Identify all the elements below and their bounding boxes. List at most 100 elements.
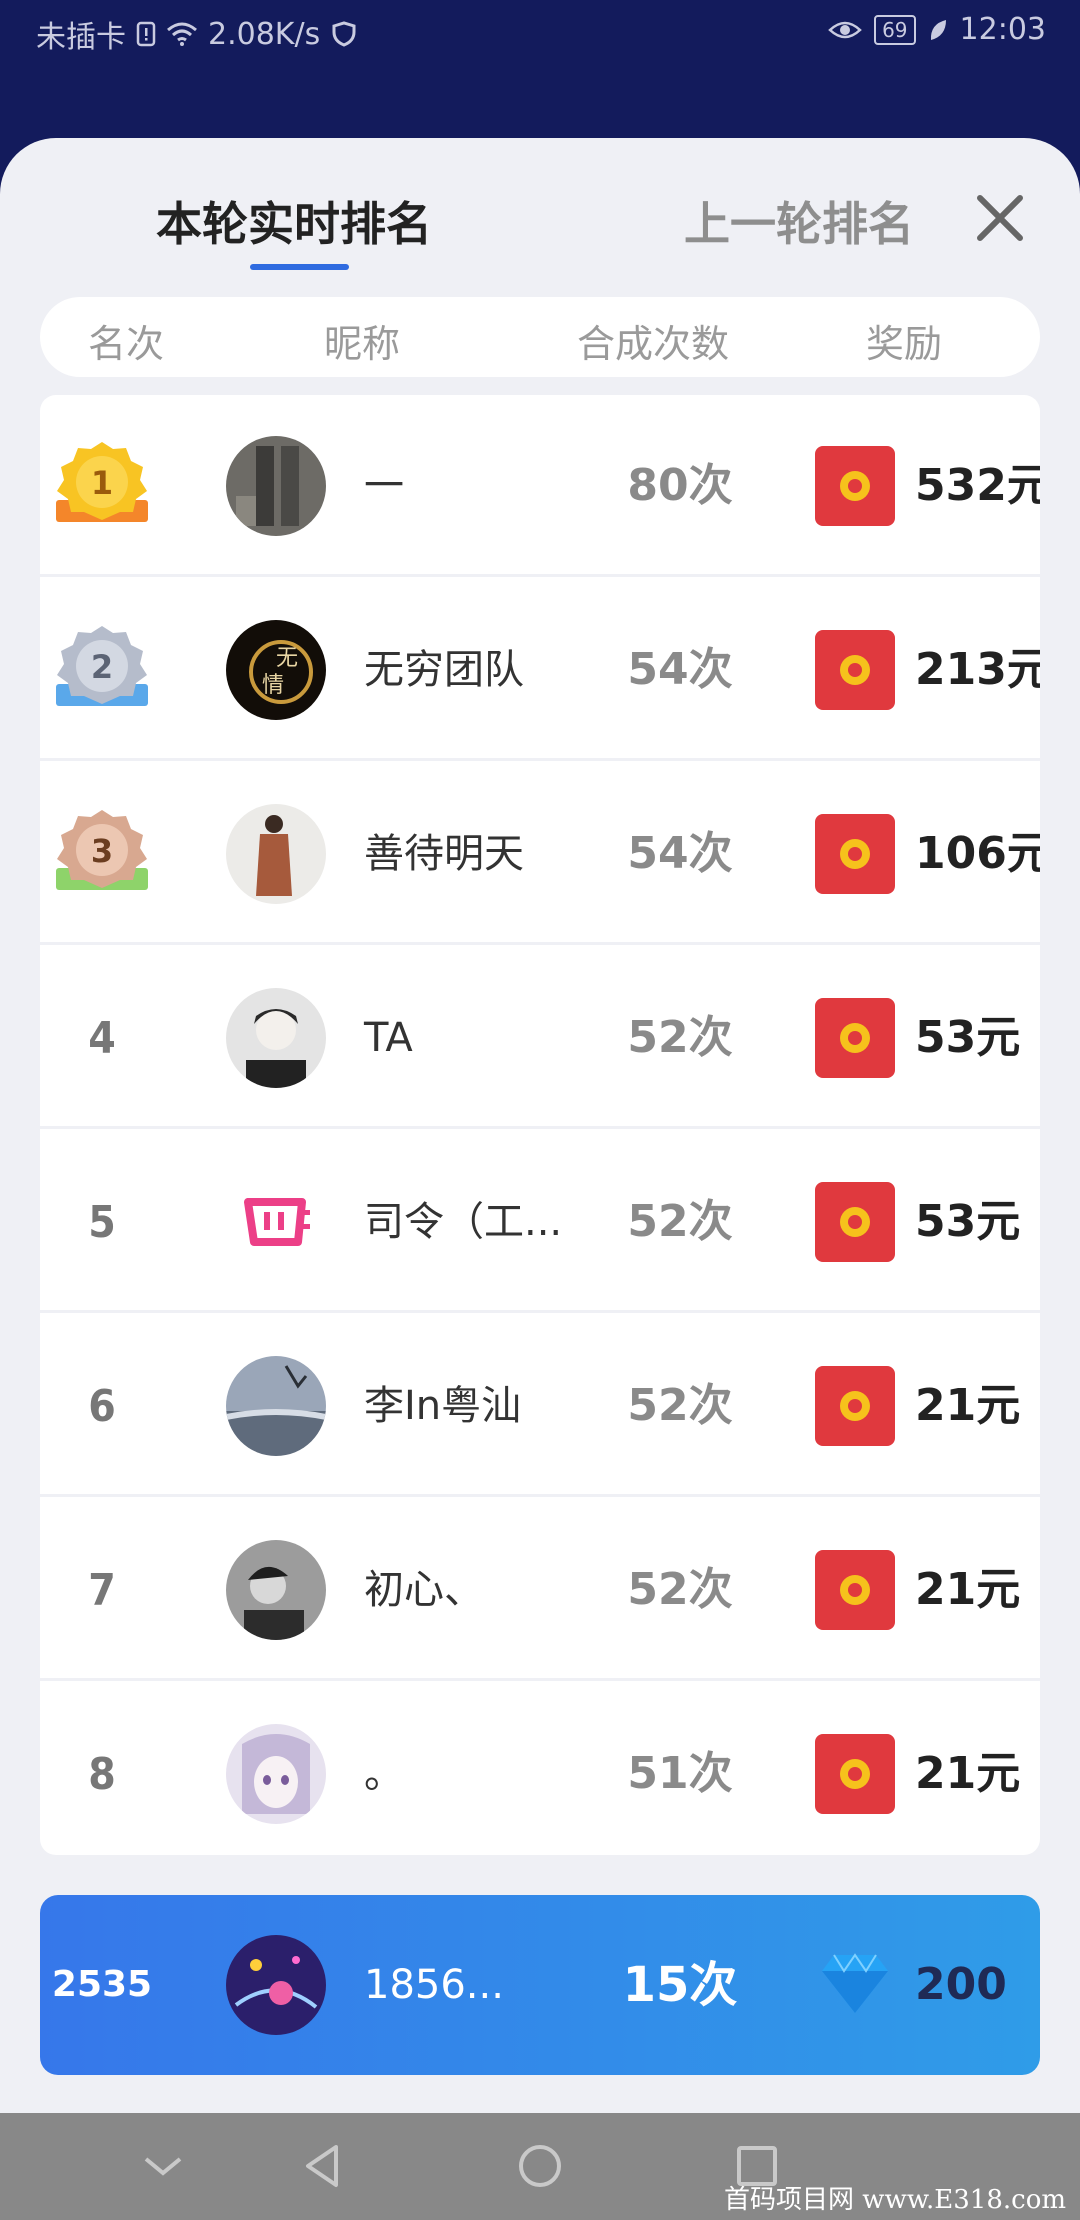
status-bar: 未插卡 2.08K/s 69 12:03: [0, 0, 1080, 62]
red-packet-icon: [815, 1550, 895, 1630]
my-synthesis-count: 15次: [622, 1957, 738, 2013]
synthesis-count: 80次: [627, 460, 733, 511]
diamond-icon: [820, 1951, 890, 2015]
medal-number: 2: [91, 648, 113, 686]
back-icon[interactable]: [298, 2141, 348, 2191]
silver-medal-icon: 2: [56, 626, 148, 706]
synthesis-count: 54次: [627, 644, 733, 695]
avatar[interactable]: [226, 804, 326, 904]
tab-current-round[interactable]: 本轮实时排名: [156, 188, 432, 254]
synthesis-count: 52次: [627, 1380, 733, 1431]
red-packet-icon: [815, 446, 895, 526]
nickname: TA: [364, 1015, 413, 1061]
nickname: 一: [364, 463, 404, 509]
nickname: 初心、: [364, 1567, 484, 1613]
reward-amount: 21元: [915, 1748, 1021, 1799]
reward-amount: 21元: [915, 1380, 1021, 1431]
nickname: 李In粤汕: [364, 1383, 522, 1429]
avatar[interactable]: [226, 988, 326, 1088]
table-row[interactable]: 5 司令（工... 52次 53元: [40, 1131, 1040, 1313]
vpn-shield-icon: [330, 20, 358, 48]
status-right: 69 12:03: [828, 12, 1046, 47]
table-row[interactable]: 1 一 80次 532元: [40, 395, 1040, 577]
battery-indicator: 69: [874, 14, 916, 45]
my-rank: 2535: [51, 1964, 153, 2005]
reward-amount: 21元: [915, 1564, 1021, 1615]
rank-number: 4: [88, 1012, 116, 1064]
avatar[interactable]: [226, 436, 326, 536]
column-nickname: 昵称: [324, 322, 401, 366]
rank-cell: 1: [40, 395, 164, 577]
gold-medal-icon: 1: [56, 442, 148, 522]
nickname: 。: [364, 1751, 404, 1797]
table-row[interactable]: 8 。 51次 21元: [40, 1683, 1040, 1855]
avatar[interactable]: [226, 1356, 326, 1456]
rank-number: 5: [88, 1196, 116, 1248]
status-left: 未插卡 2.08K/s: [36, 12, 358, 56]
avatar[interactable]: [226, 1172, 326, 1272]
my-rank-bar[interactable]: 2535 1856... 15次 200: [40, 1895, 1040, 2075]
watermark-text: 首码项目网 www.E318.com: [724, 2185, 1066, 2215]
svg-text:无: 无: [276, 646, 298, 671]
nickname: 无穷团队: [364, 647, 524, 693]
rank-number: 7: [88, 1564, 116, 1616]
synthesis-count: 51次: [627, 1748, 733, 1799]
my-reward: 200: [915, 1959, 1007, 2010]
rank-cell: 3: [40, 763, 164, 945]
rank-number: 6: [88, 1380, 116, 1432]
medal-number: 1: [91, 464, 113, 502]
ranking-sheet: 本轮实时排名 上一轮排名 名次 昵称 合成次数 奖励 1 一 80次 532元 …: [0, 138, 1080, 2113]
nickname: 善待明天: [364, 831, 524, 877]
rank-number: 8: [88, 1748, 116, 1800]
reward-amount: 106元: [915, 828, 1040, 879]
ranking-list: 1 一 80次 532元 2 无 情 无穷团队 54次 213元 3 善待明天 …: [40, 395, 1040, 1855]
table-row[interactable]: 2 无情 无穷团队 54次 213元: [40, 579, 1040, 761]
synthesis-count: 52次: [627, 1196, 733, 1247]
table-row[interactable]: 6 李In粤汕 52次 21元: [40, 1315, 1040, 1497]
column-rank: 名次: [88, 322, 165, 366]
column-reward: 奖励: [866, 322, 943, 366]
red-packet-icon: [815, 814, 895, 894]
reward-amount: 532元: [915, 460, 1040, 511]
reward-amount: 213元: [915, 644, 1040, 695]
table-row[interactable]: 3 善待明天 54次 106元: [40, 763, 1040, 945]
red-packet-icon: [815, 1366, 895, 1446]
my-nickname: 1856...: [364, 1962, 504, 2008]
home-icon[interactable]: [515, 2141, 565, 2191]
rank-cell: 2: [40, 579, 164, 761]
nickname: 司令（工...: [364, 1199, 563, 1245]
red-packet-icon: [815, 630, 895, 710]
system-navigation-bar: 首码项目网 www.E318.com: [0, 2113, 1080, 2220]
leaf-icon: [928, 18, 948, 42]
network-speed-text: 2.08K/s: [208, 16, 321, 52]
column-count: 合成次数: [577, 322, 730, 366]
carrier-text: 未插卡: [36, 20, 126, 55]
column-header: 名次 昵称 合成次数 奖励: [40, 297, 1040, 377]
synthesis-count: 54次: [627, 828, 733, 879]
my-avatar[interactable]: [226, 1935, 326, 2035]
bronze-medal-icon: 3: [56, 810, 148, 890]
wifi-icon: [166, 21, 198, 47]
synthesis-count: 52次: [627, 1564, 733, 1615]
avatar[interactable]: [226, 1540, 326, 1640]
medal-number: 3: [91, 832, 113, 870]
close-icon[interactable]: [972, 190, 1028, 246]
reward-amount: 53元: [915, 1196, 1021, 1247]
red-packet-icon: [815, 1734, 895, 1814]
table-row[interactable]: 4 TA 52次 53元: [40, 947, 1040, 1129]
avatar[interactable]: 无情: [226, 620, 326, 720]
table-row[interactable]: 7 初心、 52次 21元: [40, 1499, 1040, 1681]
svg-text:情: 情: [262, 673, 284, 698]
avatar[interactable]: [226, 1724, 326, 1824]
sim-alert-icon: [136, 21, 156, 47]
chevron-down-icon[interactable]: [138, 2141, 188, 2191]
red-packet-icon: [815, 998, 895, 1078]
active-tab-indicator: [250, 264, 349, 270]
eye-comfort-icon: [828, 18, 862, 42]
synthesis-count: 52次: [627, 1012, 733, 1063]
tab-previous-round[interactable]: 上一轮排名: [684, 188, 914, 254]
reward-amount: 53元: [915, 1012, 1021, 1063]
red-packet-icon: [815, 1182, 895, 1262]
clock-text: 12:03: [959, 12, 1046, 47]
tab-bar: 本轮实时排名 上一轮排名: [0, 138, 1080, 288]
